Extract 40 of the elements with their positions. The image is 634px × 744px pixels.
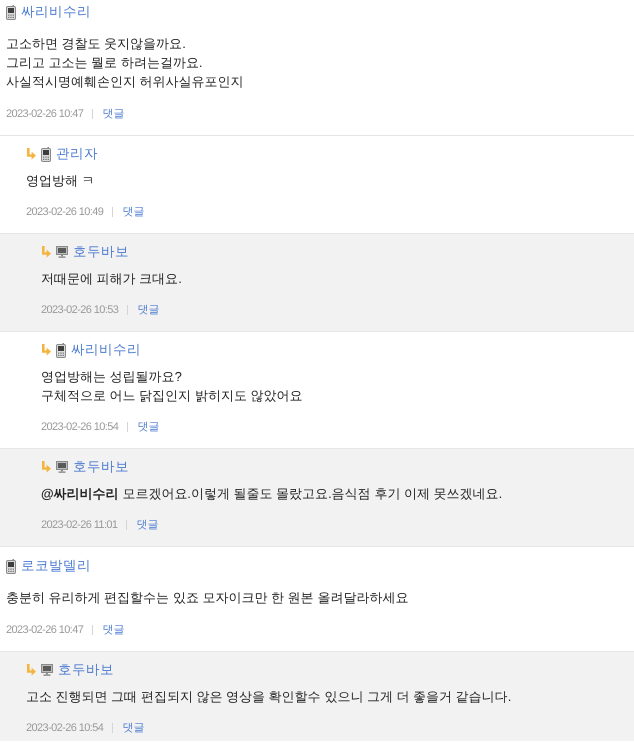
mobile-phone-icon <box>6 558 16 574</box>
reply-arrow-icon <box>26 664 36 676</box>
author-name[interactable]: 관리자 <box>56 144 98 164</box>
author-name[interactable]: 호두바보 <box>73 242 129 262</box>
reply-link[interactable]: 댓글 <box>137 301 160 319</box>
mobile-phone-icon <box>41 146 51 162</box>
comment-text: @싸리비수리 모르겠어요.이렇게 될줄도 몰랐고요.음식점 후기 이제 못쓰겠네요. <box>41 485 504 503</box>
author-name[interactable]: 호두바보 <box>58 660 114 680</box>
monitor-icon <box>56 246 68 258</box>
comment-date: 2023-02-26 11:01 <box>41 518 118 533</box>
comment-text: 고소하면 경찰도 웃지않을까요. 그리고 고소는 뭘로 하려는걸까요. 사실적시명예훼손인지 허위사실유포인지 <box>6 35 245 91</box>
author-name[interactable]: 호두바보 <box>73 457 129 477</box>
reply-link[interactable]: 댓글 <box>136 516 158 534</box>
reply-link[interactable]: 댓글 <box>137 418 160 436</box>
reply-link[interactable]: 댓글 <box>122 203 144 221</box>
reply-arrow-icon <box>26 148 36 160</box>
comment-text: 충분히 유리하게 편집할수는 있죠 모자이크만 한 원본 올려달라하세요 <box>6 589 410 607</box>
reply-arrow-icon <box>41 246 51 258</box>
mobile-phone-icon <box>6 4 16 20</box>
comment-date: 2023-02-26 10:53 <box>41 303 118 318</box>
comment-text: 저때문에 피해가 크대요. <box>41 270 183 288</box>
reply-arrow-icon <box>41 461 51 473</box>
reply-arrow-icon <box>41 344 51 356</box>
author-name[interactable]: 싸리비수리 <box>21 2 91 22</box>
comment-date: 2023-02-26 10:54 <box>41 420 118 435</box>
mobile-phone-icon <box>56 342 66 358</box>
comment-date: 2023-02-26 10:54 <box>26 721 104 736</box>
comment-date: 2023-02-26 10:47 <box>6 623 84 638</box>
comment-text: 영업방해 ㅋ <box>26 172 96 190</box>
comment-date: 2023-02-26 10:49 <box>26 205 104 220</box>
monitor-icon <box>41 664 53 676</box>
reply-link[interactable]: 댓글 <box>122 719 144 737</box>
author-name[interactable]: 로코발델리 <box>21 556 91 576</box>
comment-date: 2023-02-26 10:47 <box>6 107 84 122</box>
reply-link[interactable]: 댓글 <box>102 621 124 639</box>
comment-text: 고소 진행되면 그때 편집되지 않은 영상을 확인할수 있으니 그게 더 좋을거 같습니다. <box>26 688 512 706</box>
reply-link[interactable]: 댓글 <box>102 105 124 123</box>
author-name[interactable]: 싸리비수리 <box>71 340 141 360</box>
comment-text: 영업방해는 성립될까요? 구체적으로 어느 닭집인지 밝히지도 않았어요 <box>41 368 304 405</box>
monitor-icon <box>56 461 68 473</box>
